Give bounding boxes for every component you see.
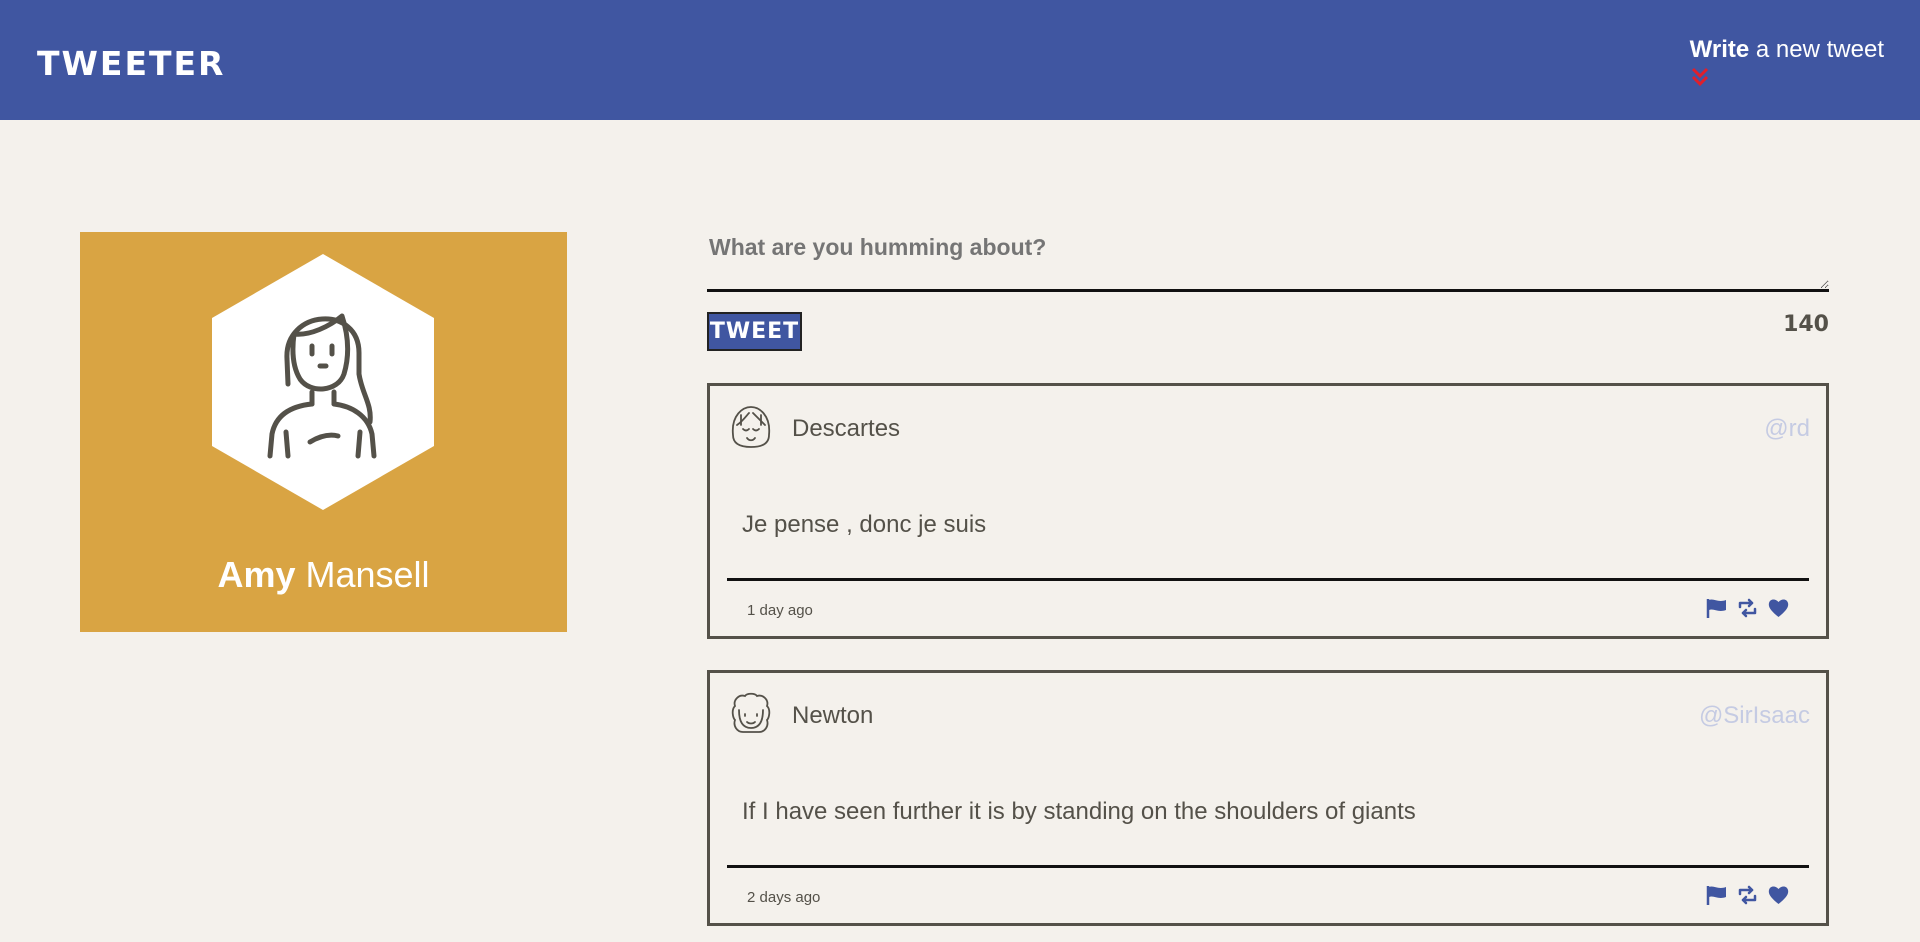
tweet-handle: @SirIsaac [1698,702,1810,729]
tweet-timestamp: 1 day ago [747,602,813,619]
woman-avatar-icon [212,254,434,510]
write-new-tweet-toggle[interactable]: Write a new tweet [1690,36,1884,88]
tweet-card: Descartes @rd Je pense , donc je suis 1 … [707,383,1829,639]
heart-icon[interactable] [1767,597,1790,619]
heart-icon[interactable] [1767,884,1790,906]
tweet-author: Descartes [792,415,901,442]
flag-icon[interactable] [1705,884,1728,906]
compose-toggle-label: Write a new tweet [1689,36,1884,63]
retweet-icon[interactable] [1736,597,1759,619]
tweet-handle: @rd [1764,415,1810,442]
tweet-content: If I have seen further it is by standing… [742,798,1416,825]
tweet-text-input[interactable] [707,220,1829,292]
tweet-card: Newton @SirIsaac If I have seen further … [707,670,1829,926]
profile-name: Amy Mansell [80,554,567,596]
app-logo: TWEETER [37,44,226,83]
tweet-content: Je pense , donc je suis [742,511,987,538]
descartes-avatar-icon [731,406,771,448]
double-chevron-down-icon [1691,67,1708,87]
retweet-icon[interactable] [1736,884,1759,906]
tweet-author: Newton [792,702,874,729]
tweet-actions [1705,884,1790,906]
tweet-divider [727,865,1809,868]
top-nav: TWEETER Write a new tweet [0,0,1920,120]
profile-first-name: Amy [217,554,296,595]
profile-last-name: Mansell [295,554,430,595]
tweet-submit-button[interactable]: TWEET [707,312,802,351]
char-counter: 140 [1783,312,1829,337]
flag-icon[interactable] [1705,597,1728,619]
tweet-actions [1705,597,1790,619]
newton-avatar-icon [731,692,771,733]
profile-card: Amy Mansell [80,232,567,632]
tweet-composer: TWEET 140 [707,220,1829,351]
tweet-divider [727,578,1809,581]
tweet-timestamp: 2 days ago [747,889,821,906]
